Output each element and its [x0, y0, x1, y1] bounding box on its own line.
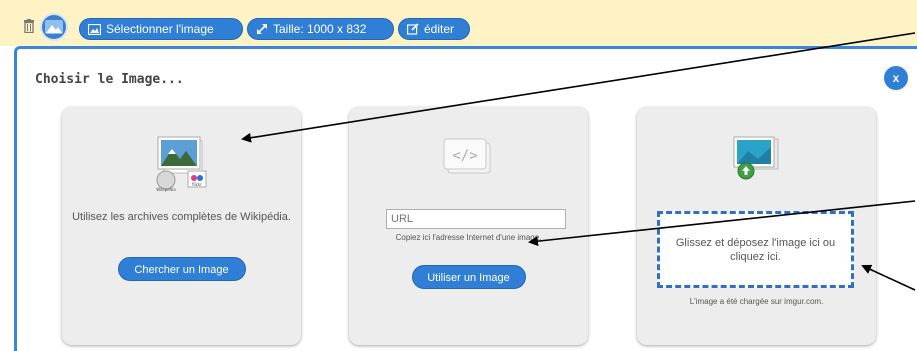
picture-icon — [88, 23, 101, 35]
url-help-text: Copiez ici l'adresse Internet d'une imag… — [395, 233, 542, 242]
svg-text:Wikipedia: Wikipedia — [156, 187, 176, 192]
image-thumbnail-icon[interactable] — [40, 13, 68, 41]
dialog-title: Choisir le Image... — [35, 72, 184, 87]
code-icon: </> — [440, 135, 498, 184]
upload-card: Glissez et déposez l'image ici ou clique… — [637, 107, 876, 345]
size-label: Taille: 1000 x 832 — [273, 22, 367, 36]
svg-text:flickr: flickr — [192, 182, 202, 187]
select-image-label: Sélectionner l'image — [106, 22, 214, 36]
choose-image-dialog: Choisir le Image... x Wikipedia flickr U… — [14, 46, 917, 351]
dropzone[interactable]: Glissez et déposez l'image ici ou clique… — [657, 211, 854, 288]
edit-button[interactable]: éditer — [398, 18, 470, 40]
trash-icon[interactable] — [22, 18, 36, 34]
select-image-button[interactable]: Sélectionner l'image — [79, 18, 243, 40]
edit-label: éditer — [424, 22, 455, 36]
url-card: </> Copiez ici l'adresse Internet d'une … — [349, 107, 588, 345]
size-button[interactable]: Taille: 1000 x 832 — [247, 18, 394, 40]
dropzone-text: Glissez et déposez l'image ici ou clique… — [675, 236, 836, 263]
resize-arrow-icon — [257, 24, 267, 34]
toolbar: Sélectionner l'image Taille: 1000 x 832 … — [0, 0, 917, 46]
url-input[interactable] — [386, 209, 566, 229]
search-image-button[interactable]: Chercher un Image — [117, 257, 246, 281]
wikipedia-card: Wikipedia flickr Utilisez les archives c… — [62, 107, 301, 345]
use-image-button[interactable]: Utiliser un Image — [411, 265, 526, 289]
wikipedia-description: Utilisez les archives complètes de Wikip… — [72, 211, 291, 223]
svg-text:</>: </> — [452, 148, 477, 164]
close-button[interactable]: x — [884, 66, 908, 90]
imgur-note: L'image a été chargée sur imgur.com. — [689, 297, 824, 306]
edit-icon — [407, 23, 419, 35]
photo-collection-icon: Wikipedia flickr — [150, 135, 214, 198]
monitor-upload-icon — [728, 135, 786, 190]
